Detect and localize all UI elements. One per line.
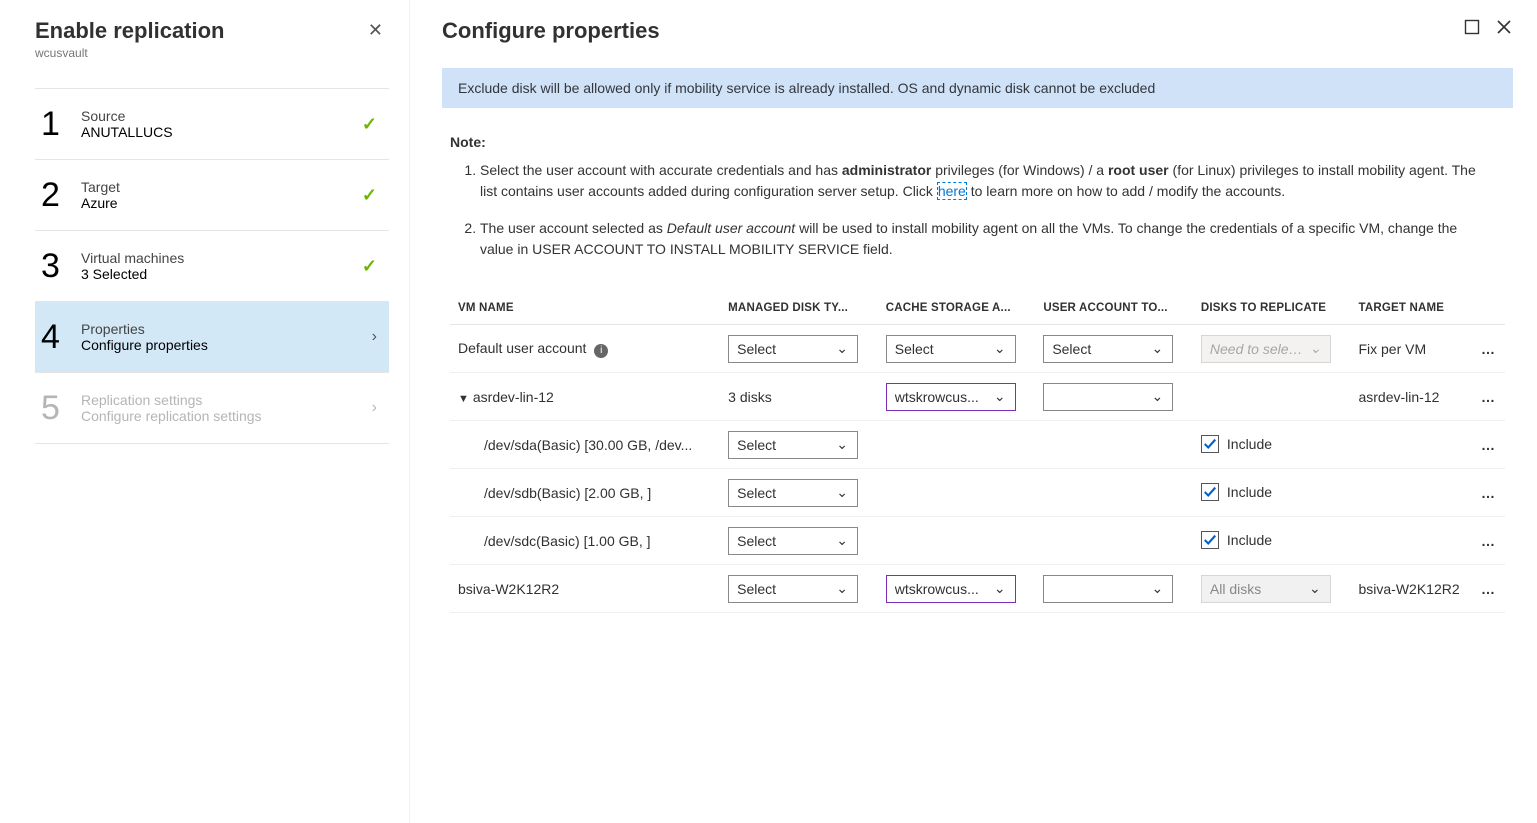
note-header: Note: — [450, 134, 1490, 150]
table-row: bsiva-W2K12R2 Select⌄ wtskrowcus...⌄ ⌄ A… — [450, 565, 1505, 613]
row-menu-button[interactable]: … — [1477, 373, 1505, 421]
col-cache-storage: CACHE STORAGE A... — [878, 292, 1036, 325]
table-row: /dev/sda(Basic) [30.00 GB, /dev... Selec… — [450, 421, 1505, 469]
chevron-down-icon: ⌄ — [993, 388, 1007, 405]
disk-name: /dev/sdb(Basic) [2.00 GB, ] — [450, 469, 720, 517]
table-row: /dev/sdb(Basic) [2.00 GB, ] Select⌄ Incl… — [450, 469, 1505, 517]
chevron-down-icon: ⌄ — [1309, 340, 1322, 357]
table-row: /dev/sdc(Basic) [1.00 GB, ] Select⌄ Incl… — [450, 517, 1505, 565]
notes-section: Note: Select the user account with accur… — [450, 134, 1490, 260]
table-row: Default user account i Select⌄ Select⌄ S… — [450, 325, 1505, 373]
chevron-down-icon: ⌄ — [1150, 580, 1164, 597]
row-menu-button[interactable]: … — [1477, 565, 1505, 613]
info-banner: Exclude disk will be allowed only if mob… — [442, 68, 1513, 108]
step-properties[interactable]: 4 Properties Configure properties › — [35, 301, 389, 372]
user-account-select[interactable]: ⌄ — [1043, 575, 1173, 603]
chevron-down-icon: ⌄ — [835, 580, 849, 597]
row-name: bsiva-W2K12R2 — [450, 565, 720, 613]
disk-count: 3 disks — [720, 373, 878, 421]
row-menu-button[interactable]: … — [1477, 517, 1505, 565]
managed-disk-select[interactable]: Select⌄ — [728, 575, 858, 603]
chevron-down-icon: ⌄ — [1150, 340, 1164, 357]
managed-disk-select[interactable]: Select⌄ — [728, 431, 858, 459]
row-name: Default user account — [458, 340, 586, 356]
managed-disk-select[interactable]: Select⌄ — [728, 527, 858, 555]
user-account-select[interactable]: Select⌄ — [1043, 335, 1173, 363]
chevron-right-icon: › — [372, 328, 389, 346]
chevron-right-icon: › — [372, 399, 389, 417]
maximize-icon[interactable] — [1463, 18, 1481, 36]
cache-storage-select[interactable]: wtskrowcus...⌄ — [886, 383, 1016, 411]
managed-disk-select[interactable]: Select⌄ — [728, 479, 858, 507]
step-list: 1 Source ANUTALLUCS ✓ 2 Target Azure ✓ 3… — [35, 88, 389, 444]
info-icon[interactable]: i — [594, 344, 608, 358]
disks-replicate-select: Need to select ...⌄ — [1201, 335, 1331, 363]
step-target[interactable]: 2 Target Azure ✓ — [35, 159, 389, 230]
row-menu-button[interactable]: … — [1477, 469, 1505, 517]
include-checkbox[interactable]: Include — [1201, 483, 1272, 501]
step-replication-settings[interactable]: 5 Replication settings Configure replica… — [35, 372, 389, 444]
here-link[interactable]: here — [937, 182, 967, 200]
chevron-down-icon: ⌄ — [835, 532, 849, 549]
col-user-account: USER ACCOUNT TO... — [1035, 292, 1193, 325]
wizard-subtitle: wcusvault — [35, 46, 225, 60]
row-name: asrdev-lin-12 — [473, 389, 554, 405]
col-target-name: TARGET NAME — [1350, 292, 1477, 325]
chevron-down-icon: ⌄ — [993, 580, 1007, 597]
chevron-down-icon: ⌄ — [835, 340, 849, 357]
properties-table: VM NAME MANAGED DISK TY... CACHE STORAGE… — [450, 292, 1505, 613]
chevron-down-icon: ⌄ — [1150, 388, 1164, 405]
col-vm-name: VM NAME — [450, 292, 720, 325]
chevron-down-icon: ⌄ — [835, 484, 849, 501]
step-virtual-machines[interactable]: 3 Virtual machines 3 Selected ✓ — [35, 230, 389, 301]
cache-storage-select[interactable]: wtskrowcus...⌄ — [886, 575, 1016, 603]
check-icon: ✓ — [362, 185, 389, 206]
wizard-title: Enable replication — [35, 18, 225, 44]
wizard-sidebar: Enable replication wcusvault ✕ 1 Source … — [0, 0, 410, 823]
cache-storage-select[interactable]: Select⌄ — [886, 335, 1016, 363]
user-account-select[interactable]: ⌄ — [1043, 383, 1173, 411]
managed-disk-select[interactable]: Select⌄ — [728, 335, 858, 363]
chevron-down-icon: ⌄ — [993, 340, 1007, 357]
include-checkbox[interactable]: Include — [1201, 435, 1272, 453]
target-name: asrdev-lin-12 — [1350, 373, 1477, 421]
chevron-down-icon: ⌄ — [835, 436, 849, 453]
row-menu-button[interactable]: … — [1477, 421, 1505, 469]
col-managed-disk: MANAGED DISK TY... — [720, 292, 878, 325]
row-menu-button[interactable]: … — [1477, 325, 1505, 373]
disk-name: /dev/sda(Basic) [30.00 GB, /dev... — [450, 421, 720, 469]
target-name: Fix per VM — [1350, 325, 1477, 373]
check-icon: ✓ — [362, 114, 389, 135]
disk-name: /dev/sdc(Basic) [1.00 GB, ] — [450, 517, 720, 565]
col-disks-to-replicate: DISKS TO REPLICATE — [1193, 292, 1351, 325]
include-checkbox[interactable]: Include — [1201, 531, 1272, 549]
table-row: ▼asrdev-lin-12 3 disks wtskrowcus...⌄ ⌄ … — [450, 373, 1505, 421]
expand-icon[interactable]: ▼ — [458, 393, 469, 405]
page-title: Configure properties — [442, 18, 660, 44]
close-icon[interactable] — [1495, 18, 1513, 36]
note-item: The user account selected as Default use… — [480, 218, 1490, 260]
target-name: bsiva-W2K12R2 — [1350, 565, 1477, 613]
close-icon[interactable]: ✕ — [362, 18, 389, 43]
chevron-down-icon: ⌄ — [1308, 580, 1322, 597]
check-icon: ✓ — [362, 256, 389, 277]
main-panel: Configure properties Exclude disk will b… — [410, 0, 1537, 823]
note-item: Select the user account with accurate cr… — [480, 160, 1490, 202]
disks-replicate-select[interactable]: All disks⌄ — [1201, 575, 1331, 603]
step-source[interactable]: 1 Source ANUTALLUCS ✓ — [35, 88, 389, 159]
